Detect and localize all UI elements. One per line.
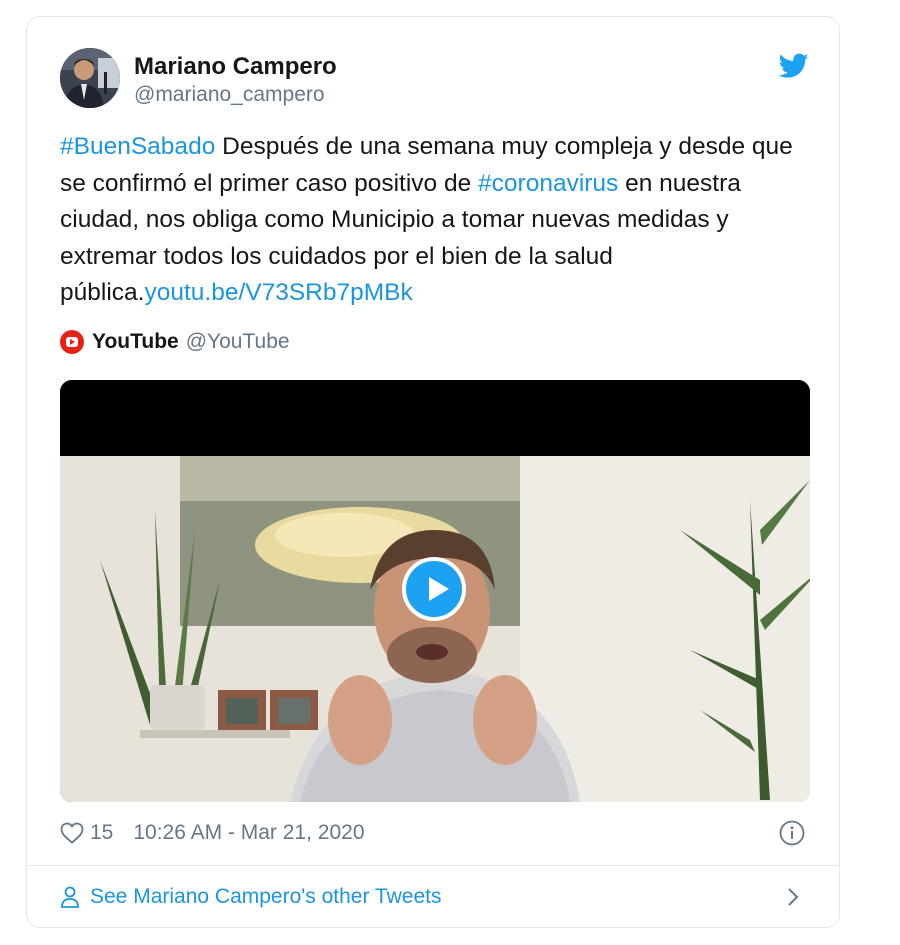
card-source-handle[interactable]: @YouTube xyxy=(186,330,290,354)
play-icon[interactable] xyxy=(402,557,466,621)
card-source-name[interactable]: YouTube xyxy=(92,330,179,354)
other-tweets-link-text[interactable]: See Mariano Campero's other Tweets xyxy=(90,885,441,909)
tweet-text: #BuenSabado Después de una semana muy co… xyxy=(60,129,800,312)
embedded-tweet-card: Mariano Campero @mariano_campero #BuenSa… xyxy=(26,16,840,928)
chevron-right-icon[interactable] xyxy=(785,886,801,908)
tweet-meta: 15 10:26 AM - Mar 21, 2020 xyxy=(60,818,365,848)
card-source: YouTube @YouTube xyxy=(60,329,290,355)
author-handle[interactable]: @mariano_campero xyxy=(134,83,325,107)
heart-icon[interactable] xyxy=(60,822,84,844)
person-icon xyxy=(61,886,79,908)
other-tweets-link[interactable]: See Mariano Campero's other Tweets xyxy=(60,882,441,912)
tweet-timestamp[interactable]: 10:26 AM - Mar 21, 2020 xyxy=(133,821,364,845)
youtube-video-link[interactable]: youtu.be/V73SRb7pMBk xyxy=(144,279,412,306)
footer-divider xyxy=(27,865,839,866)
hashtag-coronavirus-link[interactable]: #coronavirus xyxy=(478,170,618,197)
info-icon[interactable] xyxy=(779,820,805,846)
avatar-photo xyxy=(60,48,120,108)
video-thumbnail[interactable] xyxy=(60,380,810,802)
author-name[interactable]: Mariano Campero xyxy=(134,53,337,81)
youtube-logo-icon xyxy=(60,330,84,354)
twitter-bird-icon[interactable] xyxy=(779,53,809,79)
hashtag-buensabado-link[interactable]: #BuenSabado xyxy=(60,133,215,160)
like-count[interactable]: 15 xyxy=(90,821,113,845)
author-avatar[interactable] xyxy=(60,48,120,108)
